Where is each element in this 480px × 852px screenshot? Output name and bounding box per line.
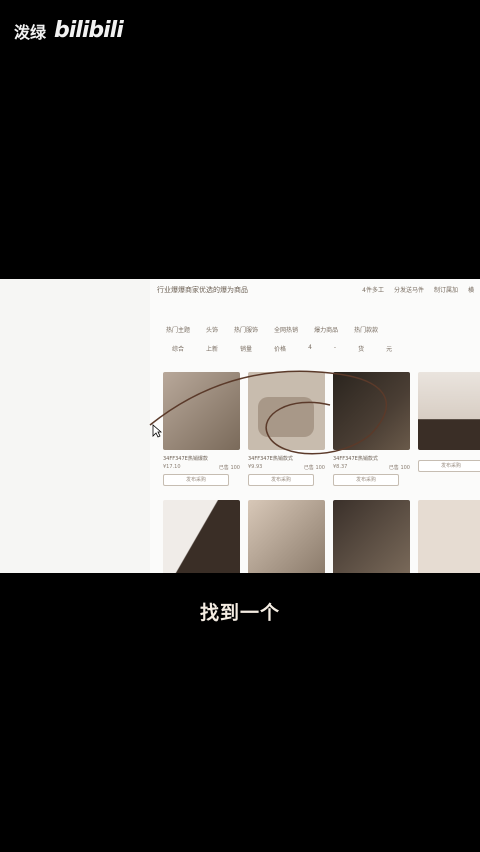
top-link[interactable]: 分发送马件 — [394, 285, 424, 294]
bilibili-logo: bilibili — [54, 18, 124, 43]
filter-item[interactable]: 价格 — [274, 344, 286, 353]
filter-item[interactable]: 元 — [386, 344, 392, 353]
product-card[interactable]: 发布采购 — [418, 372, 480, 472]
product-image[interactable] — [418, 372, 480, 450]
product-image[interactable] — [248, 500, 325, 573]
nav-item[interactable]: 头饰 — [206, 325, 218, 334]
filter-item[interactable]: 上新 — [206, 344, 218, 353]
product-card[interactable] — [333, 500, 410, 573]
product-meta: ¥17.10 已售 100 — [163, 464, 240, 471]
left-blank-pane — [0, 279, 160, 573]
top-link[interactable]: 4件多工 — [362, 285, 384, 294]
filter-bar: 综合 上新 销量 价格 4 - 货 元 — [172, 344, 480, 353]
publish-button[interactable]: 发布采购 — [248, 474, 314, 486]
filter-item[interactable]: 综合 — [172, 344, 184, 353]
nav-item[interactable]: 爆力商品 — [314, 325, 338, 334]
product-price: ¥9.93 — [248, 464, 263, 470]
filter-item[interactable]: 销量 — [240, 344, 252, 353]
product-card[interactable] — [418, 500, 480, 573]
product-image[interactable] — [163, 500, 240, 573]
publish-button[interactable]: 发布采购 — [418, 460, 480, 472]
product-card[interactable] — [163, 500, 240, 573]
uploader-name: 泼绿 — [14, 22, 47, 42]
product-price: ¥17.10 — [163, 464, 181, 470]
nav-item[interactable]: 全网热销 — [274, 325, 298, 334]
product-meta: ¥8.37 已售 100 — [333, 464, 410, 471]
product-card[interactable] — [248, 500, 325, 573]
nav-item[interactable]: 热门款款 — [354, 325, 378, 334]
filter-item[interactable]: 货 — [358, 344, 364, 353]
nav-item[interactable]: 热门主题 — [166, 325, 190, 334]
product-image[interactable] — [333, 500, 410, 573]
annotation-scribble — [149, 370, 388, 455]
product-image[interactable] — [418, 500, 480, 573]
category-nav: 热门主题 头饰 热门服饰 全网热销 爆力商品 热门款款 — [166, 325, 480, 334]
bilibili-watermark: 泼绿 bilibili — [14, 18, 124, 43]
product-price: ¥8.37 — [333, 464, 348, 470]
product-sold: 已售 100 — [218, 465, 240, 471]
filter-item: - — [333, 344, 337, 351]
top-links: 4件多工 分发送马件 制订属加 横 — [362, 285, 474, 294]
video-subtitle: 找到一个 — [199, 602, 280, 624]
top-link[interactable]: 横 — [468, 285, 474, 294]
top-link[interactable]: 制订属加 — [434, 285, 458, 294]
publish-button[interactable]: 发布采购 — [333, 474, 399, 486]
filter-item[interactable]: 4 — [308, 344, 312, 353]
publish-button[interactable]: 发布采购 — [163, 474, 229, 486]
nav-item[interactable]: 热门服饰 — [234, 325, 258, 334]
product-sold: 已售 100 — [303, 465, 325, 471]
product-meta: ¥9.93 已售 100 — [248, 464, 325, 471]
product-sold: 已售 100 — [388, 465, 410, 471]
mouse-cursor-icon — [152, 424, 162, 438]
